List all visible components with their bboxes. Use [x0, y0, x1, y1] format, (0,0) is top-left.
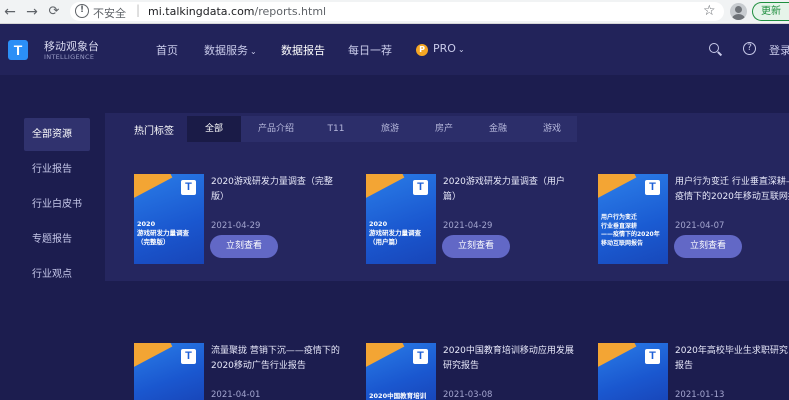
login-link[interactable]: 登录: [769, 42, 789, 58]
nav-data-services[interactable]: 数据服务 ⌄: [204, 42, 257, 58]
report-date: 2021-04-01: [211, 390, 261, 400]
sidebar-item-industry-reports[interactable]: 行业报告: [24, 153, 90, 186]
hot-tags-row: 热门标签 全部 产品介绍 T11 旅游 房产 金融 游戏: [105, 116, 789, 142]
view-now-button[interactable]: 立刻查看: [442, 235, 510, 258]
talkingdata-logo-icon: T: [645, 180, 660, 195]
cover-accent-shape: [598, 174, 637, 202]
view-now-button[interactable]: 立刻查看: [210, 235, 278, 258]
tag-travel[interactable]: 旅游: [365, 116, 415, 142]
nav-pro[interactable]: P PRO ⌄: [416, 42, 465, 56]
address-bar[interactable]: ! 不安全 | mi.talkingdata.com/reports.html: [70, 2, 724, 21]
forward-arrow-icon[interactable]: →: [22, 2, 42, 22]
cover-accent-shape: [134, 174, 173, 202]
report-card[interactable]: T 2020年高校毕业生求职研究报告 2021-01-13: [598, 343, 789, 400]
logo-title[interactable]: 移动观象台: [44, 38, 99, 54]
report-date: 2021-04-29: [443, 221, 493, 231]
url-path: /reports.html: [254, 5, 327, 18]
report-date: 2021-01-13: [675, 390, 725, 400]
report-date: 2021-04-07: [675, 221, 725, 231]
sidebar-item-all-resources[interactable]: 全部资源: [24, 118, 90, 151]
cover-title: 2020 游戏研发力量调查 （用户篇）: [369, 220, 421, 246]
sidebar-item-special-reports[interactable]: 专题报告: [24, 223, 90, 256]
chevron-down-icon: ⌄: [457, 45, 465, 54]
report-cover-image[interactable]: T 2020 游戏研发力量调查 （完整版）: [134, 174, 204, 264]
view-now-button[interactable]: 立刻查看: [674, 235, 742, 258]
talkingdata-logo-icon: T: [645, 349, 660, 364]
talkingdata-logo-icon: T: [413, 180, 428, 195]
search-icon[interactable]: [709, 43, 721, 55]
reports-panel: 热门标签 全部 产品介绍 T11 旅游 房产 金融 游戏 T 2020 游戏研发…: [105, 113, 789, 281]
report-cover-image[interactable]: T: [598, 343, 668, 400]
tag-finance[interactable]: 金融: [473, 116, 523, 142]
cover-accent-shape: [366, 174, 405, 202]
not-secure-label[interactable]: 不安全: [93, 5, 126, 21]
report-date: 2021-04-29: [211, 221, 261, 231]
bookmark-star-icon[interactable]: ☆: [703, 2, 716, 21]
chevron-down-icon: ⌄: [250, 47, 257, 56]
pro-badge-icon: P: [416, 44, 428, 56]
report-title[interactable]: 2020年高校毕业生求职研究报告: [675, 344, 789, 374]
report-card[interactable]: T 2020 游戏研发力量调查 （完整版） 2020游戏研发力量调查（完整 版）…: [134, 174, 354, 266]
talkingdata-logo-icon: T: [181, 349, 196, 364]
tag-games[interactable]: 游戏: [527, 116, 577, 142]
nav-data-services-label: 数据服务: [204, 44, 248, 57]
report-date: 2021-03-08: [443, 390, 493, 400]
report-title[interactable]: 2020游戏研发力量调查（用户 篇）: [443, 175, 593, 205]
url-text[interactable]: mi.talkingdata.com/reports.html: [148, 5, 326, 18]
help-icon[interactable]: ?: [743, 42, 756, 55]
report-card[interactable]: T 用户行为变迁 行业垂直深耕 ——疫情下的2020年 移动互联网报告 用户行为…: [598, 174, 789, 266]
report-card[interactable]: T 2020 游戏研发力量调查 （用户篇） 2020游戏研发力量调查（用户 篇）…: [366, 174, 586, 266]
tag-product-intro[interactable]: 产品介绍: [249, 116, 303, 142]
cover-title: 2020中国教育培训: [369, 392, 427, 400]
reload-icon[interactable]: ⟳: [44, 2, 64, 22]
url-domain: mi.talkingdata.com: [148, 5, 255, 18]
report-title[interactable]: 2020中国教育培训移动应用发展 研究报告: [443, 344, 593, 374]
back-arrow-icon[interactable]: ←: [0, 2, 20, 22]
cover-accent-shape: [366, 343, 405, 371]
talkingdata-logo-icon: T: [181, 180, 196, 195]
report-title[interactable]: 用户行为变迁 行业垂直深耕—— 疫情下的2020年移动互联网报告: [675, 175, 789, 205]
category-sidebar: 全部资源 行业报告 行业白皮书 专题报告 行业观点: [24, 113, 94, 293]
nav-data-reports[interactable]: 数据报告: [281, 42, 325, 58]
report-cover-image[interactable]: T: [134, 343, 204, 400]
sidebar-item-whitepapers[interactable]: 行业白皮书: [24, 188, 90, 221]
tag-real-estate[interactable]: 房产: [419, 116, 469, 142]
report-cover-image[interactable]: T 2020中国教育培训: [366, 343, 436, 400]
cover-accent-shape: [598, 343, 637, 371]
tag-filter-bar: 全部 产品介绍 T11 旅游 房产 金融 游戏: [187, 116, 577, 142]
nav-home[interactable]: 首页: [156, 42, 178, 58]
sidebar-item-industry-views[interactable]: 行业观点: [24, 258, 90, 291]
report-cover-image[interactable]: T 用户行为变迁 行业垂直深耕 ——疫情下的2020年 移动互联网报告: [598, 174, 668, 264]
report-title[interactable]: 2020游戏研发力量调查（完整 版）: [211, 175, 361, 205]
site-header: T 移动观象台 INTELLIGENCE 首页 数据服务 ⌄ 数据报告 每日一荐 …: [0, 24, 789, 75]
update-button[interactable]: 更新: [752, 2, 789, 21]
report-title[interactable]: 流量聚拢 营销下沉——疫情下的 2020移动广告行业报告: [211, 344, 361, 374]
not-secure-icon[interactable]: !: [75, 4, 89, 18]
nav-pro-label: PRO: [433, 42, 456, 55]
cover-title: 用户行为变迁 行业垂直深耕 ——疫情下的2020年 移动互联网报告: [601, 214, 660, 247]
report-cover-image[interactable]: T 2020 游戏研发力量调查 （用户篇）: [366, 174, 436, 264]
tag-t11[interactable]: T11: [311, 116, 361, 142]
profile-avatar-icon[interactable]: [730, 3, 747, 20]
tag-all[interactable]: 全部: [187, 116, 241, 142]
report-card[interactable]: T 流量聚拢 营销下沉——疫情下的 2020移动广告行业报告 2021-04-0…: [134, 343, 354, 400]
hot-tags-label: 热门标签: [134, 126, 174, 137]
talkingdata-logo-icon[interactable]: T: [8, 40, 28, 60]
talkingdata-logo-icon: T: [413, 349, 428, 364]
nav-daily-pick[interactable]: 每日一荐: [348, 42, 392, 58]
url-separator: |: [136, 3, 141, 17]
report-card[interactable]: T 2020中国教育培训 2020中国教育培训移动应用发展 研究报告 2021-…: [366, 343, 586, 400]
logo-subtitle: INTELLIGENCE: [44, 53, 95, 61]
cover-accent-shape: [134, 343, 173, 371]
cover-title: 2020 游戏研发力量调查 （完整版）: [137, 220, 189, 246]
browser-toolbar: ← → ⟳ ! 不安全 | mi.talkingdata.com/reports…: [0, 0, 789, 24]
